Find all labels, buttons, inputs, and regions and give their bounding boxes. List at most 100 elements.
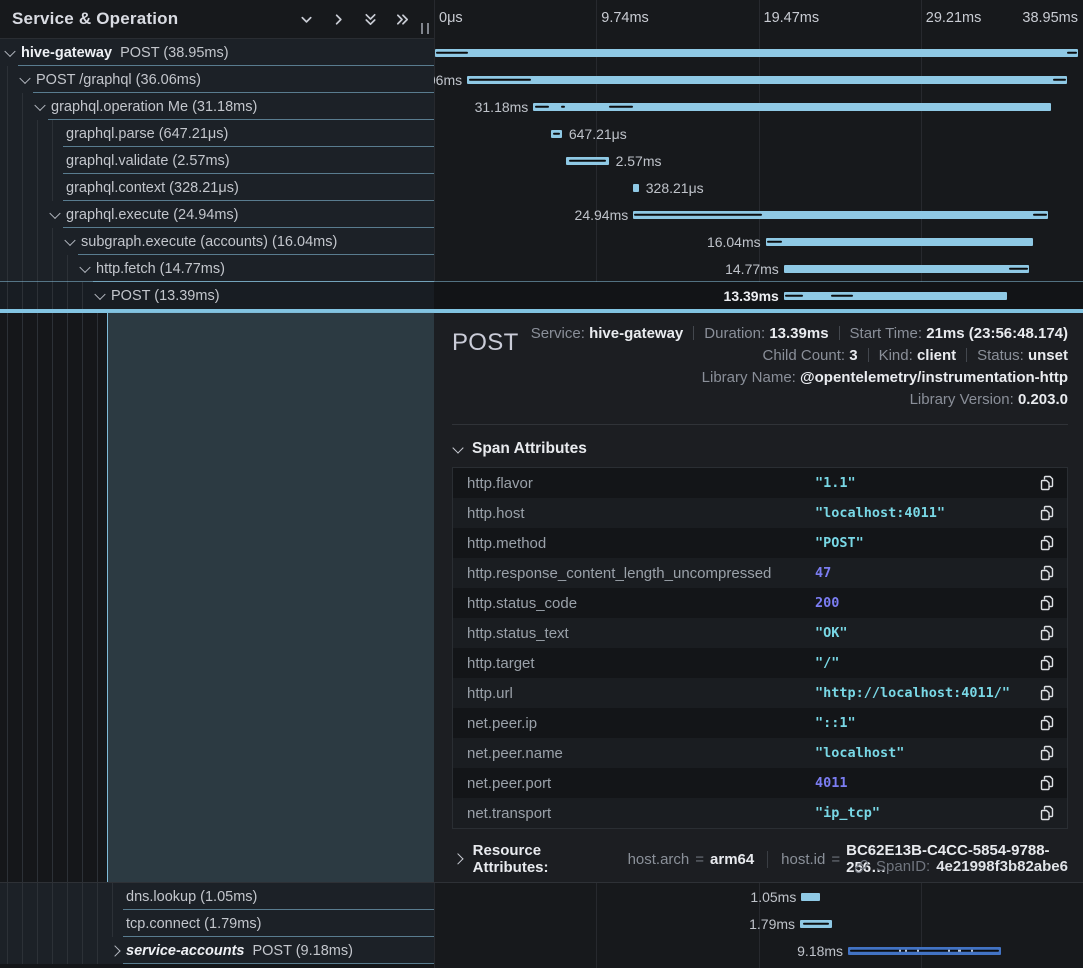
span-duration-bar[interactable] (800, 920, 832, 928)
attribute-row[interactable]: net.peer.ip"::1" (453, 708, 1067, 738)
copy-icon[interactable] (1039, 535, 1055, 551)
span-row[interactable]: hive-gatewayPOST (38.95ms)38.95ms (0, 39, 1083, 66)
span-timeline-cell[interactable]: 647.21μs (434, 120, 1083, 147)
span-row[interactable]: POST (13.39ms)13.39ms (0, 282, 1083, 309)
span-name-cell[interactable]: subgraph.execute (accounts) (16.04ms) (0, 228, 434, 255)
span-timeline-cell[interactable]: 9.18ms (434, 937, 1083, 964)
span-duration-bar[interactable] (435, 49, 1078, 57)
attribute-row[interactable]: http.target"/" (453, 648, 1067, 678)
chevron-right-icon[interactable] (331, 12, 346, 27)
span-row[interactable]: POST /graphql (36.06ms) 36.06ms (0, 66, 1083, 93)
span-name-cell[interactable]: POST (13.39ms) (0, 282, 434, 309)
copy-icon[interactable] (1039, 505, 1055, 521)
indent-guide (37, 120, 38, 147)
span-row[interactable]: graphql.operation Me (31.18ms)31.18ms (0, 93, 1083, 120)
span-duration-bar[interactable] (467, 76, 1067, 84)
link-icon[interactable] (854, 859, 869, 874)
indent-guide (37, 228, 38, 255)
span-timeline-cell[interactable]: 38.95ms (434, 39, 1083, 66)
span-row[interactable]: graphql.validate (2.57ms)2.57ms (0, 147, 1083, 174)
resource-value: arm64 (710, 851, 754, 868)
copy-icon[interactable] (1039, 805, 1055, 821)
chevron-down-icon[interactable] (49, 207, 60, 218)
span-row[interactable]: subgraph.execute (accounts) (16.04ms) 16.… (0, 228, 1083, 255)
attribute-row[interactable]: http.status_text"OK" (453, 618, 1067, 648)
span-name-cell[interactable]: graphql.context (328.21μs) (0, 174, 434, 201)
span-duration-bar[interactable] (566, 157, 608, 165)
span-row[interactable]: tcp.connect (1.79ms)1.79ms (0, 910, 1083, 937)
double-chevron-down-icon[interactable] (363, 12, 378, 27)
span-duration-bar[interactable] (633, 184, 639, 192)
span-timeline-cell[interactable]: 1.05ms (434, 883, 1083, 910)
span-timeline-cell[interactable]: 36.06ms (434, 66, 1083, 93)
span-row[interactable]: http.fetch (14.77ms)14.77ms (0, 255, 1083, 282)
span-timeline-cell[interactable]: 13.39ms (434, 282, 1083, 309)
copy-icon[interactable] (1039, 475, 1055, 491)
span-timeline-cell[interactable]: 1.79ms (434, 910, 1083, 937)
chevron-down-icon[interactable] (299, 12, 314, 27)
span-duration-bar[interactable] (766, 238, 1033, 246)
copy-icon[interactable] (1039, 625, 1055, 641)
copy-icon[interactable] (1039, 715, 1055, 731)
attribute-row[interactable]: http.flavor"1.1" (453, 468, 1067, 498)
span-timeline-cell[interactable]: 328.21μs (434, 174, 1083, 201)
span-name-cell[interactable]: POST /graphql (36.06ms) (0, 66, 434, 93)
chevron-down-icon[interactable] (94, 288, 105, 299)
column-resizer-grip[interactable] (421, 23, 429, 34)
span-name-cell[interactable]: dns.lookup (1.05ms) (0, 883, 434, 910)
attribute-row[interactable]: http.status_code200 (453, 588, 1067, 618)
copy-icon[interactable] (1039, 775, 1055, 791)
span-duration-bar[interactable] (801, 893, 819, 901)
span-duration-bar[interactable] (784, 292, 1007, 300)
span-duration-bar[interactable] (551, 130, 562, 138)
span-name-cell[interactable]: hive-gatewayPOST (38.95ms) (0, 39, 434, 66)
span-name-cell[interactable]: graphql.validate (2.57ms) (0, 147, 434, 174)
span-id-value: 4e21998f3b82abe6 (936, 858, 1068, 875)
span-timeline-cell[interactable]: 16.04ms (434, 228, 1083, 255)
chevron-down-icon[interactable] (4, 45, 15, 56)
chevron-right-icon[interactable] (109, 945, 120, 956)
double-chevron-right-icon[interactable] (395, 12, 410, 27)
span-name-cell[interactable]: tcp.connect (1.79ms) (0, 910, 434, 937)
span-name-cell[interactable]: http.fetch (14.77ms) (0, 255, 434, 282)
copy-icon[interactable] (1039, 745, 1055, 761)
copy-icon[interactable] (1039, 565, 1055, 581)
chevron-down-icon[interactable] (79, 261, 90, 272)
chevron-down-icon[interactable] (64, 234, 75, 245)
operation-name: subgraph.execute (accounts) (16.04ms) (81, 234, 337, 250)
span-timeline-cell[interactable]: 31.18ms (434, 93, 1083, 120)
span-name-cell[interactable]: graphql.operation Me (31.18ms) (0, 93, 434, 120)
attribute-row[interactable]: http.url"http://localhost:4011/" (453, 678, 1067, 708)
span-timeline-cell[interactable]: 24.94ms (434, 201, 1083, 228)
chevron-down-icon[interactable] (34, 99, 45, 110)
span-row[interactable]: dns.lookup (1.05ms)1.05ms (0, 883, 1083, 910)
span-row[interactable]: service-accountsPOST (9.18ms)9.18ms (0, 937, 1083, 964)
span-timeline-cell[interactable]: 14.77ms (434, 255, 1083, 282)
span-duration-bar[interactable] (784, 265, 1029, 273)
copy-icon[interactable] (1039, 595, 1055, 611)
attribute-value: "localhost" (815, 745, 1039, 761)
attribute-row[interactable]: http.host"localhost:4011" (453, 498, 1067, 528)
attribute-row[interactable]: http.method"POST" (453, 528, 1067, 558)
span-duration-bar[interactable] (633, 211, 1048, 219)
attribute-row[interactable]: net.peer.name"localhost" (453, 738, 1067, 768)
span-label: POST /graphql (36.06ms) (36, 72, 201, 88)
attribute-row[interactable]: net.peer.port4011 (453, 768, 1067, 798)
span-name-cell[interactable]: service-accountsPOST (9.18ms) (0, 937, 434, 964)
attribute-row[interactable]: http.response_content_length_uncompresse… (453, 558, 1067, 588)
span-timeline-cell[interactable]: 2.57ms (434, 147, 1083, 174)
span-attributes-toggle[interactable]: Span Attributes (454, 440, 1068, 458)
span-row[interactable]: graphql.context (328.21μs)328.21μs (0, 174, 1083, 201)
span-name-cell[interactable]: graphql.parse (647.21μs) (0, 120, 434, 147)
chevron-down-icon[interactable] (19, 72, 30, 83)
detail-name-column-fill (107, 312, 434, 882)
span-label: subgraph.execute (accounts) (16.04ms) (81, 234, 337, 250)
span-duration-bar[interactable] (848, 947, 1001, 955)
span-row[interactable]: graphql.execute (24.94ms)24.94ms (0, 201, 1083, 228)
copy-icon[interactable] (1039, 655, 1055, 671)
copy-icon[interactable] (1039, 685, 1055, 701)
attribute-row[interactable]: net.transport"ip_tcp" (453, 798, 1067, 828)
span-row[interactable]: graphql.parse (647.21μs)647.21μs (0, 120, 1083, 147)
span-name-cell[interactable]: graphql.execute (24.94ms) (0, 201, 434, 228)
span-duration-bar[interactable] (533, 103, 1050, 111)
